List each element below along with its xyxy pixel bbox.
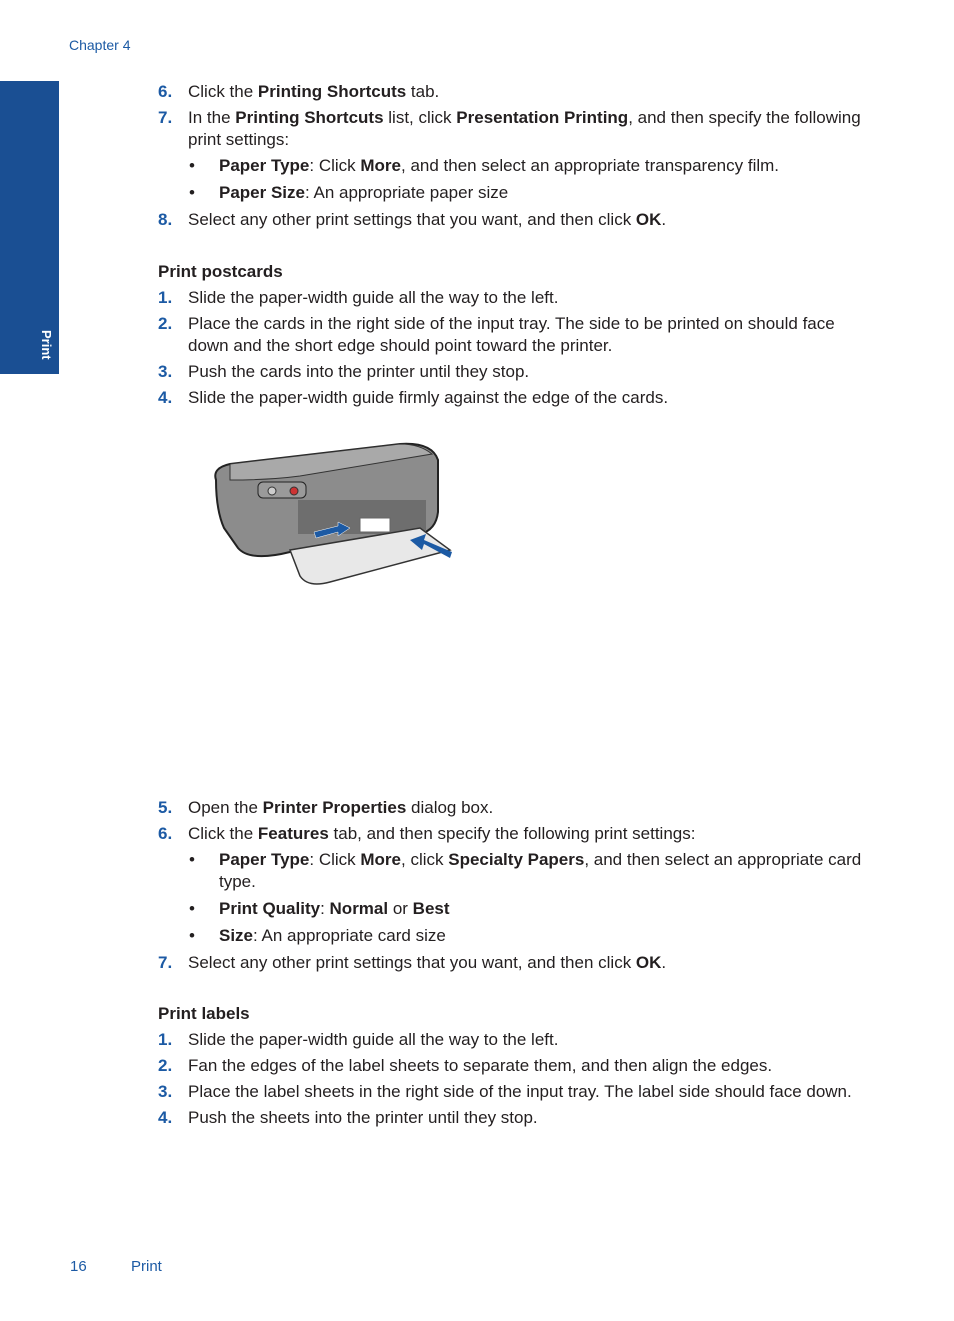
bold-term: More	[360, 156, 402, 175]
bold-term: Specialty Papers	[448, 850, 585, 869]
page-number: 16	[70, 1258, 87, 1275]
bold-term: OK	[635, 953, 662, 972]
step-number: 6.	[158, 82, 173, 101]
chapter-header: Chapter 4	[69, 37, 131, 53]
bullet-item: • Paper Type: Click More, and then select…	[158, 155, 878, 177]
text-run: Select any other print settings that you…	[188, 953, 636, 972]
step-number: 5.	[158, 798, 173, 817]
step-number: 1.	[158, 288, 173, 307]
bullet-item: • Size: An appropriate card size	[158, 925, 878, 947]
text-run: , click	[401, 850, 449, 869]
bold-term: Features	[257, 824, 329, 843]
step-number: 2.	[158, 314, 173, 333]
text-run: Click the	[188, 824, 258, 843]
text-run: : An appropriate paper size	[305, 183, 509, 202]
step-item: 3. Place the label sheets in the right si…	[158, 1081, 878, 1103]
bold-term: More	[360, 850, 402, 869]
step-item: 2. Fan the edges of the label sheets to s…	[158, 1055, 878, 1077]
text-run: Slide the paper-width guide firmly again…	[188, 388, 669, 407]
text-run: .	[661, 210, 667, 229]
step-item: 8. Select any other print settings that y…	[158, 209, 878, 231]
step-item: 1. Slide the paper-width guide all the wa…	[158, 1029, 878, 1051]
bullet-item: • Paper Type: Click More, click Specialty…	[158, 849, 878, 893]
section-heading: Print labels	[158, 1004, 250, 1023]
bold-term: Printer Properties	[262, 798, 407, 817]
step-item: 3. Push the cards into the printer until …	[158, 361, 878, 383]
step-number: 3.	[158, 1082, 173, 1101]
printer-illustration	[214, 442, 452, 585]
bold-term: Best	[412, 899, 450, 918]
text-run: , and then select an appropriate transpa…	[401, 156, 780, 175]
bold-term: Size	[219, 926, 254, 945]
text-run: dialog box.	[406, 798, 494, 817]
step-item: 7. In the Printing Shortcuts list, click …	[158, 107, 878, 151]
step-number: 1.	[158, 1030, 173, 1049]
section-print-labels: Print labels 1. Slide the paper-width gui…	[158, 1003, 878, 1133]
bold-term: Print Quality	[219, 899, 321, 918]
bold-term: OK	[635, 210, 662, 229]
step-item: 1. Slide the paper-width guide all the wa…	[158, 287, 878, 309]
text-run: tab, and then specify the following prin…	[328, 824, 696, 843]
step-number: 7.	[158, 953, 173, 972]
step-number: 3.	[158, 362, 173, 381]
step-number: 4.	[158, 1108, 173, 1127]
text-run: Open the	[188, 798, 263, 817]
text-run: Place the label sheets in the right side…	[188, 1082, 852, 1101]
text-run: In the	[188, 108, 236, 127]
text-run: .	[661, 953, 667, 972]
step-item: 5. Open the Printer Properties dialog box…	[158, 797, 878, 819]
control-panel	[257, 481, 307, 499]
step-item: 4. Slide the paper-width guide firmly aga…	[158, 387, 878, 409]
text-run: Push the cards into the printer until th…	[188, 362, 530, 381]
bullet-icon: •	[189, 899, 195, 918]
section-heading: Print postcards	[158, 262, 283, 281]
bold-term: Printing Shortcuts	[235, 108, 384, 127]
cards	[359, 517, 391, 533]
text-run: :	[320, 899, 330, 918]
text-run: tab.	[406, 82, 440, 101]
step-number: 8.	[158, 210, 173, 229]
step-item: 4. Push the sheets into the printer until…	[158, 1107, 878, 1129]
text-run: or	[388, 899, 413, 918]
text-run: Select any other print settings that you…	[188, 210, 636, 229]
bold-term: Paper Size	[219, 183, 305, 202]
step-item: 7. Select any other print settings that y…	[158, 952, 878, 974]
bold-term: Paper Type	[219, 156, 310, 175]
bullet-icon: •	[189, 926, 195, 945]
bold-term: Normal	[329, 899, 389, 918]
text-run: Push the sheets into the printer until t…	[188, 1108, 538, 1127]
power-button	[267, 486, 277, 496]
step-number: 2.	[158, 1056, 173, 1075]
text-run: : Click	[309, 850, 361, 869]
bold-term: Presentation Printing	[456, 108, 629, 127]
step-item: 2. Place the cards in the right side of t…	[158, 313, 878, 357]
bullet-icon: •	[189, 183, 195, 202]
bold-term: Printing Shortcuts	[257, 82, 407, 101]
step-number: 4.	[158, 388, 173, 407]
text-run: Place the cards in the right side of the…	[188, 314, 835, 355]
step-item: 6. Click the Printing Shortcuts tab.	[158, 81, 878, 103]
text-run: Fan the edges of the label sheets to sep…	[188, 1056, 773, 1075]
footer-section-title: Print	[131, 1258, 162, 1275]
text-run: : An appropriate card size	[253, 926, 446, 945]
text-run: list, click	[383, 108, 457, 127]
text-run: Click the	[188, 82, 258, 101]
section-postcard-settings: 5. Open the Printer Properties dialog box…	[158, 797, 878, 978]
bullet-icon: •	[189, 850, 195, 869]
cancel-button-indicator	[289, 486, 299, 496]
bold-term: Paper Type	[219, 850, 310, 869]
step-number: 7.	[158, 108, 173, 127]
section-print-postcards: Print postcards 1. Slide the paper-width …	[158, 261, 878, 413]
step-number: 6.	[158, 824, 173, 843]
text-run: : Click	[309, 156, 361, 175]
side-tab-label: Print	[39, 330, 54, 360]
bullet-icon: •	[189, 156, 195, 175]
text-run: Slide the paper-width guide all the way …	[188, 288, 559, 307]
bullet-item: • Paper Size: An appropriate paper size	[158, 182, 878, 204]
bullet-item: • Print Quality: Normal or Best	[158, 898, 878, 920]
text-run: Slide the paper-width guide all the way …	[188, 1030, 559, 1049]
step-item: 6. Click the Features tab, and then speci…	[158, 823, 878, 845]
section-presentation-steps: 6. Click the Printing Shortcuts tab. 7. In …	[158, 81, 878, 235]
